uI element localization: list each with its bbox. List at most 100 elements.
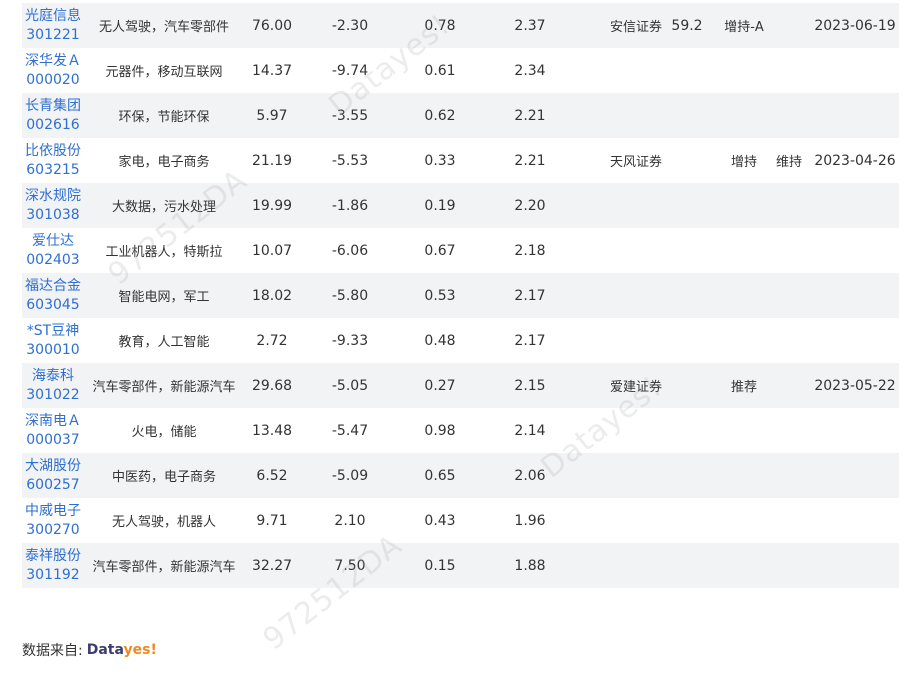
stock-code[interactable]: 000037 — [26, 431, 79, 450]
stock-name[interactable]: 深南电Ａ — [25, 412, 81, 431]
stock-link[interactable]: 爱仕达 002403 — [22, 228, 84, 273]
rating-change-cell — [766, 3, 812, 48]
stock-code[interactable]: 000020 — [26, 71, 79, 90]
volume-ratio-cell: 2.15 — [514, 377, 546, 394]
rating-change-cell — [766, 498, 812, 543]
stock-link[interactable]: 长青集团 002616 — [22, 93, 84, 138]
change-cell: -1.86 — [331, 197, 369, 214]
stock-code[interactable]: 002616 — [26, 116, 79, 135]
stock-link[interactable]: 比依股份 603215 — [22, 138, 84, 183]
stock-link[interactable]: 深南电Ａ 000037 — [22, 408, 84, 453]
stock-code[interactable]: 300270 — [26, 521, 79, 540]
change-cell: -9.33 — [331, 332, 369, 349]
turnover-cell: 0.98 — [424, 422, 456, 439]
stock-link[interactable]: 大湖股份 600257 — [22, 453, 84, 498]
stock-name[interactable]: 光庭信息 — [25, 7, 81, 26]
stock-link[interactable]: 光庭信息 301221 — [22, 3, 84, 48]
turnover-cell: 0.67 — [424, 242, 456, 259]
stock-name[interactable]: 爱仕达 — [32, 232, 74, 251]
stock-link[interactable]: *ST豆神 300010 — [22, 318, 84, 363]
score-cell — [667, 453, 707, 498]
stock-code[interactable]: 600257 — [26, 476, 79, 495]
stock-name[interactable]: 深水规院 — [25, 187, 81, 206]
price-cell: 29.68 — [251, 377, 293, 394]
turnover-cell: 0.65 — [424, 467, 456, 484]
industry-cell: 无人驾驶，机器人 — [111, 515, 216, 530]
change-cell: -3.55 — [331, 107, 369, 124]
stock-link[interactable]: 深水规院 301038 — [22, 183, 84, 228]
industry-cell: 元器件，移动互联网 — [105, 65, 223, 80]
change-cell: -5.05 — [331, 377, 369, 394]
stock-name[interactable]: 中威电子 — [25, 502, 81, 521]
volume-ratio-cell: 2.21 — [514, 152, 546, 169]
stock-link[interactable]: 福达合金 603045 — [22, 273, 84, 318]
stock-name[interactable]: 福达合金 — [25, 277, 81, 296]
stock-name[interactable]: 泰祥股份 — [25, 547, 81, 566]
stock-name[interactable]: 大湖股份 — [25, 457, 81, 476]
turnover-cell: 0.78 — [424, 17, 456, 34]
price-cell: 5.97 — [256, 107, 288, 124]
date-cell: 2023-06-19 — [814, 17, 896, 34]
price-cell: 6.52 — [256, 467, 288, 484]
volume-ratio-cell: 2.20 — [514, 197, 546, 214]
stock-table: 光庭信息 301221 无人驾驶，汽车零部件 76.00 -2.30 0.78 2.37 安信… — [22, 3, 899, 588]
table-row: 中威电子 300270 无人驾驶，机器人 9.71 2.10 0.43 1.96 — [22, 498, 899, 543]
rating-change-cell — [766, 93, 812, 138]
stock-code[interactable]: 603045 — [26, 296, 79, 315]
table-row: 光庭信息 301221 无人驾驶，汽车零部件 76.00 -2.30 0.78 2.37 安信… — [22, 3, 899, 48]
score-cell: 59.2 — [671, 17, 703, 34]
table-row: 福达合金 603045 智能电网，军工 18.02 -5.80 0.53 2.17 — [22, 273, 899, 318]
score-cell — [667, 93, 707, 138]
rating-change-cell — [766, 453, 812, 498]
price-cell: 10.07 — [251, 242, 293, 259]
date-cell — [812, 48, 898, 93]
stock-code[interactable]: 002403 — [26, 251, 79, 270]
industry-cell: 无人驾驶，汽车零部件 — [98, 20, 229, 35]
table-row: 泰祥股份 301192 汽车零部件，新能源汽车 32.27 7.50 0.15 1.88 — [22, 543, 899, 588]
volume-ratio-cell: 2.37 — [514, 17, 546, 34]
stock-name[interactable]: 深华发Ａ — [25, 52, 81, 71]
turnover-cell: 0.15 — [424, 557, 456, 574]
price-cell: 14.37 — [251, 62, 293, 79]
score-cell — [667, 273, 707, 318]
stock-code[interactable]: 301022 — [26, 386, 79, 405]
change-cell: -5.47 — [331, 422, 369, 439]
price-cell: 9.71 — [256, 512, 288, 529]
table-row: *ST豆神 300010 教育，人工智能 2.72 -9.33 0.48 2.17 — [22, 318, 899, 363]
date-cell — [812, 273, 898, 318]
rating-change-cell — [766, 363, 812, 408]
stock-link[interactable]: 深华发Ａ 000020 — [22, 48, 84, 93]
volume-ratio-cell: 1.96 — [514, 512, 546, 529]
score-cell — [667, 138, 707, 183]
score-cell — [667, 408, 707, 453]
change-cell: 2.10 — [334, 512, 366, 529]
stock-name[interactable]: *ST豆神 — [27, 322, 79, 341]
stock-code[interactable]: 301221 — [26, 26, 79, 45]
industry-cell: 大数据，污水处理 — [111, 200, 216, 215]
stock-link[interactable]: 泰祥股份 301192 — [22, 543, 84, 588]
date-cell — [812, 318, 898, 363]
price-cell: 76.00 — [251, 17, 293, 34]
stock-code[interactable]: 603215 — [26, 161, 79, 180]
change-cell: -5.80 — [331, 287, 369, 304]
stock-code[interactable]: 301192 — [26, 566, 79, 585]
price-cell: 2.72 — [256, 332, 288, 349]
change-cell: 7.50 — [334, 557, 366, 574]
stock-link[interactable]: 海泰科 301022 — [22, 363, 84, 408]
rating-change-cell — [766, 48, 812, 93]
date-cell: 2023-05-22 — [814, 377, 896, 394]
stock-name[interactable]: 比依股份 — [25, 142, 81, 161]
volume-ratio-cell: 2.18 — [514, 242, 546, 259]
stock-name[interactable]: 长青集团 — [25, 97, 81, 116]
volume-ratio-cell: 2.21 — [514, 107, 546, 124]
stock-link[interactable]: 中威电子 300270 — [22, 498, 84, 543]
stock-name[interactable]: 海泰科 — [32, 367, 74, 386]
stock-code[interactable]: 300010 — [26, 341, 79, 360]
date-cell — [812, 228, 898, 273]
data-source: 数据来自: Datayes! — [22, 640, 157, 660]
industry-cell: 火电，储能 — [131, 425, 197, 440]
industry-cell: 中医药，电子商务 — [111, 470, 216, 485]
turnover-cell: 0.43 — [424, 512, 456, 529]
turnover-cell: 0.19 — [424, 197, 456, 214]
stock-code[interactable]: 301038 — [26, 206, 79, 225]
